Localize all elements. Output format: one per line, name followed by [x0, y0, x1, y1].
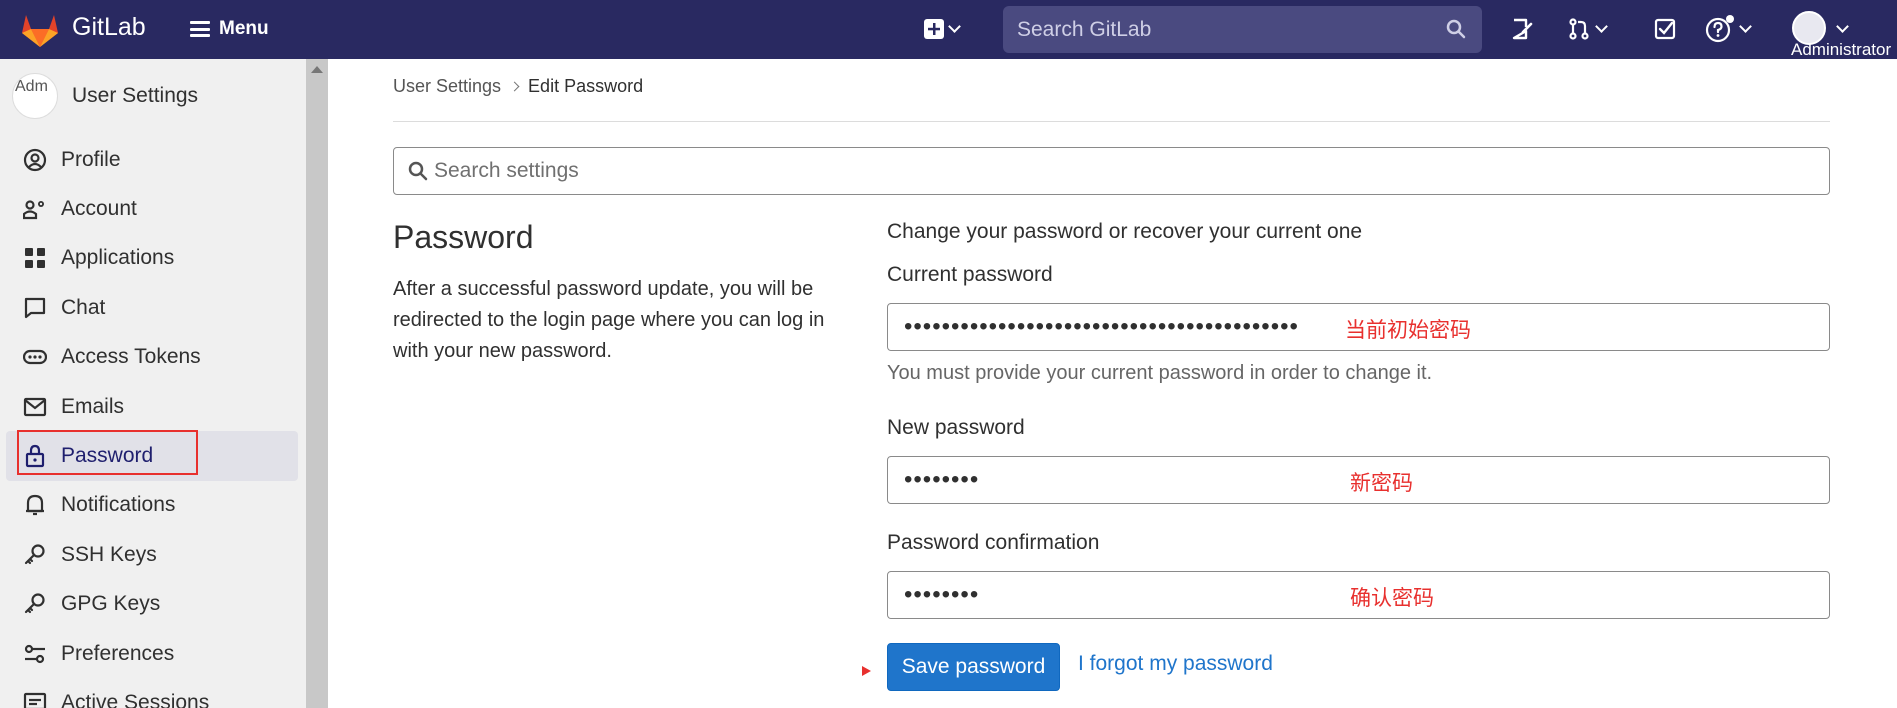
sidebar-item-applications[interactable]: Applications	[6, 234, 298, 283]
settings-sidebar: Adm User Settings Profile Account Applic…	[0, 59, 306, 708]
global-search-input[interactable]	[1017, 6, 1437, 53]
sidebar-item-access-tokens[interactable]: Access Tokens	[6, 333, 298, 382]
top-navbar: GitLab Menu Search GitLab Administrator	[0, 0, 1897, 59]
sidebar-item-gpg-keys[interactable]: GPG Keys	[6, 580, 298, 629]
key-icon	[24, 544, 45, 564]
todo-icon	[1654, 18, 1676, 40]
new-password-annotation: 新密码	[1350, 471, 1413, 495]
chevron-down-icon	[1739, 20, 1752, 33]
sidebar-item-label: Notifications	[61, 493, 176, 517]
sidebar-item-ssh-keys[interactable]: SSH Keys	[6, 530, 298, 579]
annotation-highlight-box	[17, 430, 198, 475]
menu-label: Menu	[219, 18, 269, 39]
sidebar-item-label: Emails	[61, 394, 125, 418]
password-confirmation-field[interactable]: •••••••• 确认密码	[887, 571, 1830, 619]
account-icon	[23, 200, 44, 220]
issues-button[interactable]	[1510, 15, 1534, 43]
current-password-annotation: 当前初始密码	[1345, 318, 1471, 342]
sidebar-title: User Settings	[72, 84, 199, 107]
sidebar-item-label: Chat	[61, 295, 106, 319]
scroll-up-arrow-icon[interactable]	[311, 66, 323, 73]
settings-search[interactable]	[393, 147, 1830, 195]
current-password-value: ••••••••••••••••••••••••••••••••••••••••…	[904, 313, 1299, 340]
gitlab-logo-icon[interactable]	[20, 12, 60, 48]
new-password-field[interactable]: •••••••• 新密码	[887, 456, 1830, 504]
mail-icon	[23, 397, 47, 416]
breadcrumb-current[interactable]: Edit Password	[528, 76, 643, 97]
sidebar-item-label: GPG Keys	[61, 592, 161, 616]
sidebar-item-label: Access Tokens	[61, 345, 201, 369]
todos-button[interactable]	[1653, 15, 1677, 43]
breadcrumb: User Settings Edit Password	[393, 76, 643, 97]
section-description: After a successful password update, you …	[393, 278, 825, 362]
current-password-field[interactable]: ••••••••••••••••••••••••••••••••••••••••…	[887, 303, 1830, 351]
sidebar-item-account[interactable]: Account	[6, 184, 298, 233]
plus-square-icon	[924, 19, 944, 39]
password-confirmation-annotation: 确认密码	[1350, 586, 1434, 610]
new-item-dropdown[interactable]	[924, 15, 961, 43]
save-password-button[interactable]: Save password	[887, 643, 1060, 691]
applications-icon	[25, 248, 45, 269]
help-dropdown[interactable]	[1705, 15, 1752, 43]
user-name-label: Administrator	[1791, 40, 1892, 59]
sidebar-nav: Profile Account Applications Chat Access…	[6, 135, 298, 708]
key-icon	[24, 593, 45, 614]
sessions-icon	[23, 692, 47, 708]
sidebar-scrollbar[interactable]	[306, 59, 328, 708]
help-icon	[1705, 15, 1734, 43]
sidebar-item-label: Account	[61, 197, 137, 221]
sidebar-item-profile[interactable]: Profile	[6, 135, 298, 184]
chevron-down-icon	[1595, 20, 1608, 33]
sidebar-item-chat[interactable]: Chat	[6, 283, 298, 332]
chat-icon	[24, 297, 46, 318]
new-password-label: New password	[887, 416, 1025, 439]
sidebar-header[interactable]: Adm User Settings	[12, 73, 198, 119]
annotation-arrow-icon	[862, 666, 871, 676]
brand-name[interactable]: GitLab	[72, 13, 146, 42]
password-confirmation-label: Password confirmation	[887, 531, 1100, 554]
search-icon	[1446, 19, 1466, 39]
sidebar-item-notifications[interactable]: Notifications	[6, 481, 298, 530]
chevron-right-icon	[509, 81, 520, 92]
global-search[interactable]	[1003, 6, 1482, 53]
settings-search-input[interactable]	[434, 148, 1814, 193]
preferences-icon	[24, 644, 45, 663]
current-password-help: You must provide your current password i…	[887, 362, 1433, 384]
chevron-down-icon[interactable]	[1836, 20, 1849, 33]
sidebar-item-preferences[interactable]: Preferences	[6, 629, 298, 678]
divider	[393, 121, 1830, 122]
sidebar-item-active-sessions[interactable]: Active Sessions	[6, 678, 298, 708]
sidebar-item-label: Active Sessions	[61, 690, 210, 708]
menu-button[interactable]: Menu	[190, 16, 269, 42]
bell-icon	[26, 495, 44, 516]
profile-icon	[23, 148, 47, 171]
current-password-label: Current password	[887, 263, 1053, 286]
breadcrumb-parent[interactable]: User Settings	[393, 76, 501, 97]
new-password-value: ••••••••	[904, 466, 980, 493]
sidebar-avatar: Adm	[12, 73, 58, 119]
chevron-down-icon	[948, 20, 961, 33]
form-heading: Change your password or recover your cur…	[887, 220, 1363, 243]
hamburger-icon	[190, 21, 210, 37]
search-icon	[408, 161, 428, 181]
forgot-password-link[interactable]: I forgot my password	[1078, 652, 1273, 676]
issues-icon	[1512, 18, 1533, 40]
sidebar-item-label: SSH Keys	[61, 542, 157, 566]
token-icon	[23, 350, 47, 365]
sidebar-item-label: Profile	[61, 147, 121, 171]
section-title: Password	[393, 219, 534, 255]
merge-request-icon	[1569, 18, 1589, 40]
sidebar-item-emails[interactable]: Emails	[6, 382, 298, 431]
sidebar-item-label: Applications	[61, 246, 175, 270]
password-confirmation-value: ••••••••	[904, 581, 980, 608]
merge-requests-dropdown[interactable]	[1567, 15, 1608, 43]
sidebar-item-label: Preferences	[61, 641, 175, 665]
